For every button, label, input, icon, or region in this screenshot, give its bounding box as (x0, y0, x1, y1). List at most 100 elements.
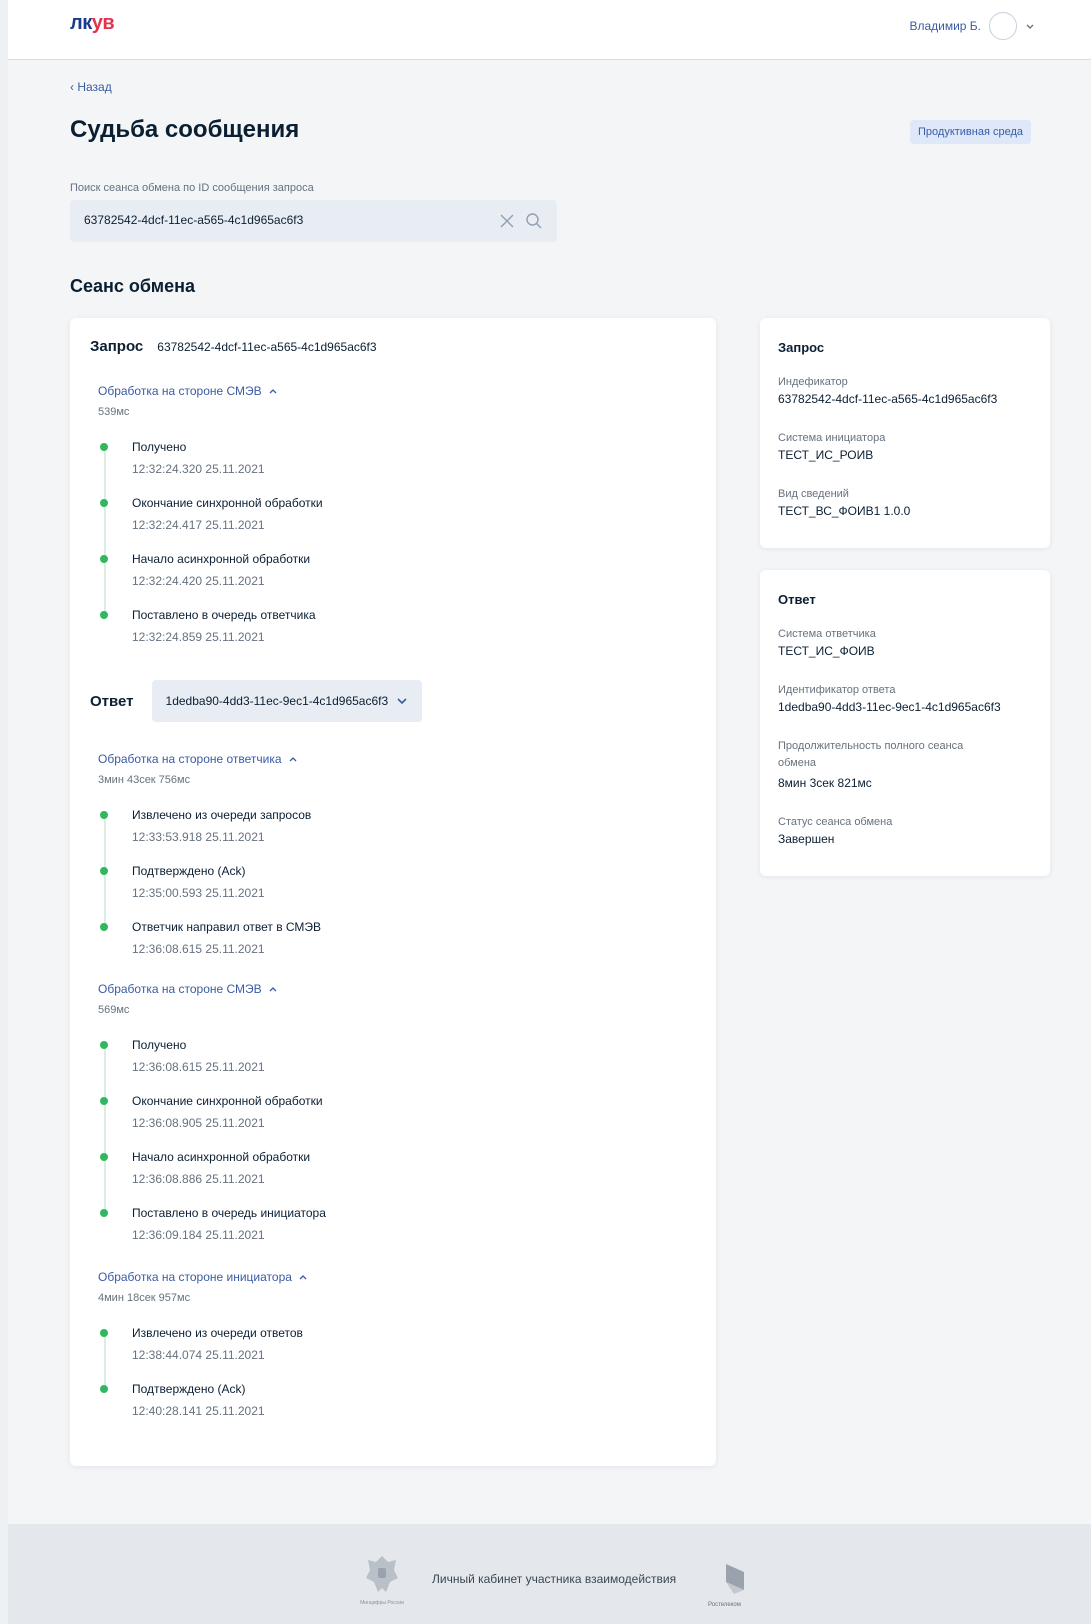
response-label: Ответ (90, 692, 134, 710)
event-name: Подтверждено (Ack) (132, 1382, 246, 1396)
event-time: 12:32:24.420 25.11.2021 (132, 574, 265, 588)
search-input[interactable]: 63782542-4dcf-11ec-a565-4c1d965ac6f3 (70, 200, 557, 242)
event-name: Получено (132, 1038, 187, 1052)
clear-icon[interactable] (498, 212, 516, 230)
chevron-up-icon (289, 757, 297, 762)
timeline-dot (100, 1209, 108, 1217)
event-name: Поставлено в очередь инициатора (132, 1206, 326, 1220)
event-name: Получено (132, 440, 187, 454)
field-label: Идентификатор ответа (778, 684, 896, 696)
exchange-session-card: Запрос 63782542-4dcf-11ec-a565-4c1d965ac… (70, 318, 716, 1466)
event-name: Извлечено из очереди запросов (132, 808, 312, 822)
timeline-dot (100, 443, 108, 451)
event-time: 12:32:24.320 25.11.2021 (132, 462, 265, 476)
logo-part-1: лк (70, 12, 92, 34)
event-name: Окончание синхронной обработки (132, 496, 323, 510)
stage-title: Обработка на стороне СМЭВ (98, 982, 262, 996)
field-value: ТЕСТ_ИС_ФОИВ (778, 644, 875, 658)
search-input-value: 63782542-4dcf-11ec-a565-4c1d965ac6f3 (84, 213, 304, 227)
event-time: 12:36:08.886 25.11.2021 (132, 1172, 265, 1186)
top-header: лкув Владимир Б. (8, 0, 1091, 60)
stage-title: Обработка на стороне СМЭВ (98, 384, 262, 398)
event-time: 12:40:28.141 25.11.2021 (132, 1404, 265, 1418)
page-title: Судьба сообщения (70, 116, 300, 143)
stage-toggle-smev-request[interactable]: Обработка на стороне СМЭВ (98, 384, 278, 398)
chevron-up-icon (269, 987, 277, 992)
logo[interactable]: лкув (70, 12, 115, 35)
timeline-dot (100, 867, 108, 875)
request-info-card: Запрос Индефикатор 63782542-4dcf-11ec-a5… (760, 318, 1050, 548)
timeline-line (104, 444, 106, 616)
event-time: 12:32:24.859 25.11.2021 (132, 630, 265, 644)
timeline-dot (100, 1329, 108, 1337)
field-value: ТЕСТ_ВС_ФОИВ1 1.0.0 (778, 504, 911, 518)
event-time: 12:32:24.417 25.11.2021 (132, 518, 265, 532)
field-value: 8мин 3сек 821мс (778, 776, 872, 790)
timeline-dot (100, 811, 108, 819)
timeline-line (104, 1330, 106, 1390)
stage-toggle-responder[interactable]: Обработка на стороне ответчика (98, 752, 298, 766)
user-name: Владимир Б. (909, 19, 981, 33)
field-value: 1dedba90-4dd3-11ec-9ec1-4c1d965ac6f3 (778, 700, 1001, 714)
coat-of-arms-icon (366, 1556, 398, 1592)
footer-text: Личный кабинет участника взаимодействия (432, 1572, 677, 1586)
event-name: Начало асинхронной обработки (132, 1150, 311, 1164)
search-icon[interactable] (524, 211, 544, 231)
chevron-up-icon (299, 1275, 307, 1280)
timeline-dot (100, 499, 108, 507)
logo-part-2: ув (91, 12, 115, 34)
timeline-dot (100, 555, 108, 563)
search-label: Поиск сеанса обмена по ID сообщения запр… (70, 182, 314, 194)
rostelecom-logo-icon (726, 1564, 744, 1594)
field-label: Вид сведений (778, 488, 849, 500)
event-time: 12:33:53.918 25.11.2021 (132, 830, 265, 844)
event-name: Подтверждено (Ack) (132, 864, 246, 878)
rostelecom-caption: Ростелеком (708, 1602, 741, 1608)
field-label: Индефикатор (778, 376, 848, 388)
avatar (989, 12, 1017, 40)
stage-title: Обработка на стороне ответчика (98, 752, 282, 766)
chevron-up-icon (269, 389, 277, 394)
request-label: Запрос (90, 338, 144, 355)
stage-toggle-initiator[interactable]: Обработка на стороне инициатора (98, 1270, 308, 1284)
emblem-caption: Минцифры России (360, 1600, 404, 1606)
event-name: Поставлено в очередь ответчика (132, 608, 316, 622)
timeline-dot (100, 611, 108, 619)
stage-duration: 569мс (98, 1004, 130, 1016)
stage-toggle-smev-response[interactable]: Обработка на стороне СМЭВ (98, 982, 278, 996)
response-info-title: Ответ (778, 592, 816, 607)
stage-title: Обработка на стороне инициатора (98, 1270, 292, 1284)
response-info-card: Ответ Система ответчика ТЕСТ_ИС_ФОИВ Иде… (760, 570, 1050, 876)
chevron-down-icon (397, 698, 407, 705)
event-name: Ответчик направил ответ в СМЭВ (132, 920, 322, 934)
footer: Минцифры России Личный кабинет участника… (8, 1524, 1091, 1624)
request-id: 63782542-4dcf-11ec-a565-4c1d965ac6f3 (157, 340, 377, 354)
field-value: 63782542-4dcf-11ec-a565-4c1d965ac6f3 (778, 392, 998, 406)
timeline-dot (100, 1041, 108, 1049)
response-select[interactable]: 1dedba90-4dd3-11ec-9ec1-4c1d965ac6f3 (151, 680, 423, 722)
request-header: Запрос 63782542-4dcf-11ec-a565-4c1d965ac… (90, 338, 377, 355)
field-label: Система ответчика (778, 628, 876, 640)
event-name: Извлечено из очереди ответов (132, 1326, 303, 1340)
field-label: Статус сеанса обмена (778, 816, 893, 828)
request-info-title: Запрос (778, 340, 825, 355)
event-time: 12:36:08.615 25.11.2021 (132, 1060, 265, 1074)
timeline-line (104, 1042, 106, 1214)
section-title: Сеанс обмена (70, 276, 195, 296)
field-label: Система инициатора (778, 432, 886, 444)
response-select-value: 1dedba90-4dd3-11ec-9ec1-4c1d965ac6f3 (165, 694, 389, 708)
field-label: Продолжительность полного сеанса обмена (778, 740, 964, 769)
field-value: ТЕСТ_ИС_РОИВ (778, 448, 874, 462)
user-menu[interactable]: Владимир Б. (909, 12, 1035, 40)
event-time: 12:36:08.905 25.11.2021 (132, 1116, 265, 1130)
event-name: Начало асинхронной обработки (132, 552, 311, 566)
timeline-dot (100, 1097, 108, 1105)
timeline-dot (100, 1385, 108, 1393)
response-header: Ответ 1dedba90-4dd3-11ec-9ec1-4c1d965ac6… (90, 680, 423, 722)
event-time: 12:35:00.593 25.11.2021 (132, 886, 265, 900)
back-link[interactable]: ‹ Назад (70, 80, 112, 94)
stage-duration: 3мин 43сек 756мс (98, 774, 191, 786)
field-value: Завершен (778, 832, 835, 846)
page: лкув Владимир Б. ‹ Назад Судьба сообщени… (8, 0, 1091, 1624)
timeline-dot (100, 1153, 108, 1161)
